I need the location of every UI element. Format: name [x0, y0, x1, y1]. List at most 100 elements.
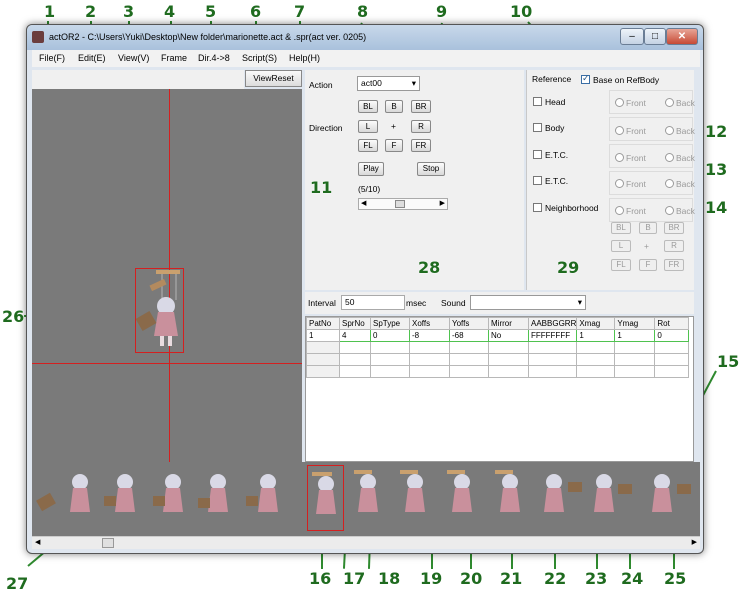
frame-thumb-13 — [652, 474, 691, 512]
callout-16: 16 — [309, 569, 332, 588]
interval-input[interactable]: 50 — [341, 295, 405, 310]
maximize-button[interactable]: □ — [644, 28, 666, 45]
layer-property-grid[interactable]: PatNo SprNo SpType Xoffs Yoffs Mirror AA… — [305, 316, 694, 462]
cell-rot[interactable]: 0 — [654, 329, 690, 342]
frame-thumbnails — [36, 470, 691, 514]
base-on-refbody-checkbox[interactable]: ✓ — [581, 73, 590, 84]
cell-xmag[interactable]: 1 — [576, 329, 616, 342]
cell-patno[interactable]: 1 — [306, 329, 340, 342]
cell-aabbggrr[interactable]: FFFFFFFF — [527, 329, 578, 342]
scroll-left-arrow[interactable]: ◀ — [35, 538, 40, 546]
menu-dir[interactable]: Dir.4->8 — [198, 53, 230, 63]
action-select[interactable]: act00 ▾ — [357, 76, 420, 91]
sprite-viewport[interactable] — [32, 89, 302, 462]
col-patno[interactable]: PatNo — [306, 317, 340, 330]
callout-21: 21 — [500, 569, 523, 588]
ref-neighborhood-checkbox[interactable] — [533, 203, 542, 212]
dir-button-f[interactable]: F — [385, 139, 403, 152]
empty-cell[interactable] — [306, 341, 340, 354]
dir-button-fl[interactable]: FL — [358, 139, 378, 152]
back-label: Back — [676, 206, 695, 216]
ref-etc1-checkbox[interactable] — [533, 150, 542, 159]
minimize-button[interactable]: – — [620, 28, 644, 45]
cell-yoffs[interactable]: -68 — [449, 329, 489, 342]
menu-view[interactable]: View(V) — [118, 53, 149, 63]
col-xoffs[interactable]: Xoffs — [409, 317, 450, 330]
ref-etc1-front-radio[interactable] — [615, 153, 624, 162]
ref-etc2-checkbox[interactable] — [533, 176, 542, 185]
cell-sptype[interactable]: 0 — [370, 329, 410, 342]
ref-dir-button-bl[interactable]: BL — [611, 222, 631, 234]
ref-etc1-back-radio[interactable] — [665, 153, 674, 162]
stop-button[interactable]: Stop — [417, 162, 445, 176]
ref-dir-button-f[interactable]: F — [639, 259, 657, 271]
ref-body-checkbox[interactable] — [533, 123, 542, 132]
dir-button-br[interactable]: BR — [411, 100, 431, 113]
ref-head-back-radio[interactable] — [665, 98, 674, 107]
frame-thumbnail-strip[interactable] — [32, 462, 700, 536]
back-label: Back — [676, 153, 695, 163]
title-bar[interactable]: actOR2 - C:\Users\Yuki\Desktop\New folde… — [27, 25, 703, 50]
reference-panel: Reference ✓ Base on RefBody Head Body E.… — [526, 70, 695, 290]
col-yoffs[interactable]: Yoffs — [449, 317, 489, 330]
menu-help[interactable]: Help(H) — [289, 53, 320, 63]
col-mirror[interactable]: Mirror — [488, 317, 529, 330]
cell-ymag[interactable]: 1 — [614, 329, 656, 342]
callout-18: 18 — [378, 569, 401, 588]
cell-mirror[interactable]: No — [488, 329, 529, 342]
col-sptype[interactable]: SpType — [370, 317, 410, 330]
cell-sprno[interactable]: 4 — [339, 329, 371, 342]
dir-button-bl[interactable]: BL — [358, 100, 378, 113]
ref-dir-button-l[interactable]: L — [611, 240, 631, 252]
play-button[interactable]: Play — [358, 162, 384, 176]
cell-xoffs[interactable]: -8 — [409, 329, 450, 342]
dir-button-r[interactable]: R — [411, 120, 431, 133]
table-row[interactable]: 1 4 0 -8 -68 No FFFFFFFF 1 1 0 — [306, 329, 690, 342]
ref-dir-button-b[interactable]: B — [639, 222, 657, 234]
ref-head-front-radio[interactable] — [615, 98, 624, 107]
col-aabbggrr[interactable]: AABBGGRR — [527, 317, 578, 330]
table-row[interactable] — [306, 341, 690, 354]
col-rot[interactable]: Rot — [654, 317, 690, 330]
dir-button-fr[interactable]: FR — [411, 139, 431, 152]
empty-cell[interactable] — [306, 365, 340, 378]
ref-neighborhood-front-radio[interactable] — [615, 206, 624, 215]
ref-dir-button-br[interactable]: BR — [664, 222, 684, 234]
slider-right-arrow[interactable]: ▶ — [440, 199, 445, 207]
ref-head-checkbox[interactable] — [533, 97, 542, 106]
ref-etc2-front-radio[interactable] — [615, 179, 624, 188]
col-ymag[interactable]: Ymag — [614, 317, 656, 330]
ref-dir-button-r[interactable]: R — [664, 240, 684, 252]
ref-neighborhood-back-radio[interactable] — [665, 206, 674, 215]
menu-edit[interactable]: Edit(E) — [78, 53, 106, 63]
callout-11: 11 — [310, 178, 333, 197]
sound-select[interactable]: ▾ — [470, 295, 586, 310]
col-xmag[interactable]: Xmag — [576, 317, 616, 330]
menu-script[interactable]: Script(S) — [242, 53, 277, 63]
slider-thumb[interactable] — [395, 200, 406, 208]
close-button[interactable]: ✕ — [666, 28, 698, 45]
frame-slider[interactable]: ◀ ▶ — [358, 198, 448, 210]
reference-label: Reference — [532, 74, 572, 84]
ref-body-back-radio[interactable] — [665, 126, 674, 135]
table-row[interactable] — [306, 353, 690, 366]
ref-dir-button-fr[interactable]: FR — [664, 259, 684, 271]
callout-20: 20 — [460, 569, 483, 588]
horizontal-scrollbar[interactable]: ◀ ▶ — [32, 536, 700, 549]
menu-frame[interactable]: Frame — [161, 53, 187, 63]
col-sprno[interactable]: SprNo — [339, 317, 371, 330]
empty-cell[interactable] — [306, 353, 340, 366]
ref-etc2-back-radio[interactable] — [665, 179, 674, 188]
scroll-thumb[interactable] — [102, 538, 114, 548]
table-row[interactable] — [306, 365, 690, 378]
scroll-right-arrow[interactable]: ▶ — [692, 538, 697, 546]
slider-left-arrow[interactable]: ◀ — [361, 199, 366, 207]
dir-button-b[interactable]: B — [385, 100, 403, 113]
menu-file[interactable]: File(F) — [39, 53, 65, 63]
viewreset-button[interactable]: ViewReset — [245, 70, 302, 87]
callout-27: 27 — [6, 574, 29, 593]
ref-body-front-radio[interactable] — [615, 126, 624, 135]
callout-17: 17 — [343, 569, 366, 588]
ref-dir-button-fl[interactable]: FL — [611, 259, 631, 271]
dir-button-l[interactable]: L — [358, 120, 378, 133]
